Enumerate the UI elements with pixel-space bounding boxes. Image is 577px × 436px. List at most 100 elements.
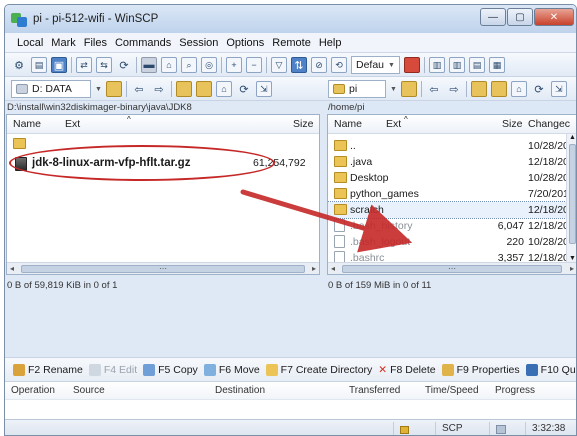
filter-icon[interactable]: ▽ bbox=[271, 57, 287, 73]
minus-icon[interactable]: − bbox=[246, 57, 262, 73]
chevron-down-icon[interactable]: ▼ bbox=[95, 86, 102, 93]
title-bar: pi - pi-512-wifi - WinSCP — ▢ ✕ bbox=[5, 5, 576, 33]
remote-hscrollbar[interactable]: ◂ ⋯ ▸ bbox=[328, 262, 576, 274]
chevron-down-icon[interactable]: ▼ bbox=[390, 86, 397, 93]
col-operation[interactable]: Operation bbox=[11, 385, 55, 396]
list-item[interactable]: python_games 7/20/201 bbox=[328, 186, 569, 202]
open-folder-icon[interactable] bbox=[105, 81, 122, 97]
home-icon[interactable]: ⌂ bbox=[215, 81, 232, 97]
list-item[interactable]: Desktop 10/28/20 bbox=[328, 170, 569, 186]
menu-mark[interactable]: Mark bbox=[47, 37, 79, 49]
remote-icon[interactable]: ▥ bbox=[448, 57, 465, 73]
col-size[interactable]: Size bbox=[502, 118, 522, 130]
close-button[interactable]: ✕ bbox=[534, 8, 574, 26]
menu-files[interactable]: Files bbox=[80, 37, 111, 49]
rename-button[interactable]: F2 Rename bbox=[13, 363, 83, 376]
binoculars-icon[interactable]: ◎ bbox=[201, 57, 217, 73]
scroll-left-icon[interactable]: ◂ bbox=[331, 264, 335, 273]
sync-icon[interactable]: ⇄ bbox=[76, 57, 92, 73]
scroll-thumb[interactable] bbox=[569, 144, 576, 244]
refresh-remote-icon[interactable]: ⟳ bbox=[531, 81, 547, 97]
refresh-icon[interactable]: ⟳ bbox=[116, 57, 132, 73]
list-item[interactable]: .bash_logout 220 10/28/20 bbox=[328, 234, 569, 250]
root-dir-icon[interactable] bbox=[195, 81, 212, 97]
remote-dir-select[interactable]: pi bbox=[328, 80, 386, 98]
menu-remote[interactable]: Remote bbox=[268, 37, 315, 49]
delete-button[interactable]: ✕ F8 Delete bbox=[378, 364, 435, 376]
minimize-button[interactable]: — bbox=[480, 8, 506, 26]
maximize-button[interactable]: ▢ bbox=[507, 8, 533, 26]
list-item[interactable]: .bash_history 6,047 12/18/20 bbox=[328, 218, 569, 234]
menu-commands[interactable]: Commands bbox=[111, 37, 175, 49]
transfer-queue[interactable]: Operation Source Destination Transferred… bbox=[5, 381, 576, 419]
queue-icon[interactable]: ▬ bbox=[141, 57, 157, 73]
properties-button[interactable]: F9 Properties bbox=[441, 363, 520, 376]
edit-button[interactable]: F4 Edit bbox=[88, 363, 137, 376]
back-icon[interactable]: ⇦ bbox=[131, 81, 147, 97]
col-ext[interactable]: Ext bbox=[386, 118, 401, 130]
gear-icon[interactable]: ⚙ bbox=[11, 57, 27, 73]
col-progress[interactable]: Progress bbox=[495, 385, 535, 396]
menu-help[interactable]: Help bbox=[315, 37, 346, 49]
back-remote-icon[interactable]: ⇦ bbox=[426, 81, 442, 97]
remote-vscrollbar[interactable]: ▲ ▼ bbox=[566, 134, 576, 262]
col-destination[interactable]: Destination bbox=[215, 385, 265, 396]
scroll-right-icon[interactable]: ▸ bbox=[312, 264, 316, 273]
file-name: scratch bbox=[350, 204, 384, 216]
col-name[interactable]: Name bbox=[13, 118, 41, 130]
col-size[interactable]: Size bbox=[293, 118, 313, 130]
list-item[interactable]: scratch 12/18/20 bbox=[328, 201, 569, 219]
menu-options[interactable]: Options bbox=[222, 37, 268, 49]
list-item[interactable]: .java 12/18/20 bbox=[328, 154, 569, 170]
menu-session[interactable]: Session bbox=[175, 37, 222, 49]
col-name[interactable]: Name bbox=[334, 118, 362, 130]
forward-icon[interactable]: ⇨ bbox=[151, 81, 167, 97]
quit-icon bbox=[525, 363, 538, 376]
parent-dir-icon[interactable] bbox=[175, 81, 192, 97]
copy-button[interactable]: F5 Copy bbox=[143, 363, 198, 376]
col-ext[interactable]: Ext bbox=[65, 118, 80, 130]
transfer-preset-select[interactable]: Defau ▼ bbox=[351, 56, 400, 74]
tree-icon[interactable]: ▤ bbox=[468, 57, 485, 73]
scroll-left-icon[interactable]: ◂ bbox=[10, 264, 14, 273]
create-directory-button[interactable]: F7 Create Directory bbox=[265, 363, 372, 376]
terminal-icon[interactable]: ▣ bbox=[51, 57, 67, 73]
quit-button[interactable]: F10 Quit bbox=[525, 363, 576, 376]
remote-file-pane[interactable]: Name Ext ^ Size Changec .. 10/28/20 .java 1… bbox=[327, 114, 576, 275]
sync-browse-icon[interactable]: ⇅ bbox=[291, 57, 307, 73]
reload-icon[interactable]: ⟲ bbox=[331, 57, 347, 73]
open-remote-folder-icon[interactable] bbox=[400, 81, 417, 97]
list-item[interactable]: .. 10/28/20 bbox=[328, 138, 569, 154]
scroll-up-icon[interactable]: ▲ bbox=[569, 134, 576, 141]
parent-remote-icon[interactable] bbox=[470, 81, 487, 97]
move-button[interactable]: F6 Move bbox=[203, 363, 260, 376]
find-remote-icon[interactable]: ⇲ bbox=[550, 81, 567, 97]
local-file-pane[interactable]: Name Ext ^ Size jdk-8-linux-arm-vfp-hflt… bbox=[6, 114, 320, 275]
col-source[interactable]: Source bbox=[73, 385, 105, 396]
local-icon[interactable]: ▥ bbox=[428, 57, 445, 73]
root-remote-icon[interactable] bbox=[490, 81, 507, 97]
forward-remote-icon[interactable]: ⇨ bbox=[446, 81, 462, 97]
find-icon[interactable]: ⌕ bbox=[181, 57, 197, 73]
local-hscrollbar[interactable]: ◂ ⋯ ▸ bbox=[7, 262, 319, 274]
compare-icon[interactable]: ▤ bbox=[31, 57, 47, 73]
scroll-down-icon[interactable]: ▼ bbox=[569, 255, 576, 262]
local-drive-select[interactable]: D: DATA bbox=[11, 80, 91, 98]
menu-local[interactable]: Local bbox=[13, 37, 47, 49]
scroll-thumb[interactable]: ⋯ bbox=[342, 265, 562, 273]
settings-menu-icon[interactable] bbox=[403, 57, 420, 73]
edit-icon bbox=[88, 363, 101, 376]
scroll-right-icon[interactable]: ▸ bbox=[570, 264, 574, 273]
plus-icon[interactable]: + bbox=[226, 57, 242, 73]
stop-icon[interactable]: ⊘ bbox=[311, 57, 327, 73]
sessions-icon[interactable]: ⌂ bbox=[161, 57, 177, 73]
scroll-thumb[interactable]: ⋯ bbox=[21, 265, 305, 273]
col-transferred[interactable]: Transferred bbox=[349, 385, 400, 396]
transfer-icon[interactable]: ⇆ bbox=[96, 57, 112, 73]
col-changed[interactable]: Changec bbox=[528, 118, 570, 130]
refresh-local-icon[interactable]: ⟳ bbox=[236, 81, 252, 97]
panel-icon[interactable]: ▦ bbox=[488, 57, 505, 73]
col-time-speed[interactable]: Time/Speed bbox=[425, 385, 479, 396]
home-remote-icon[interactable]: ⌂ bbox=[510, 81, 527, 97]
find-local-icon[interactable]: ⇲ bbox=[255, 81, 272, 97]
